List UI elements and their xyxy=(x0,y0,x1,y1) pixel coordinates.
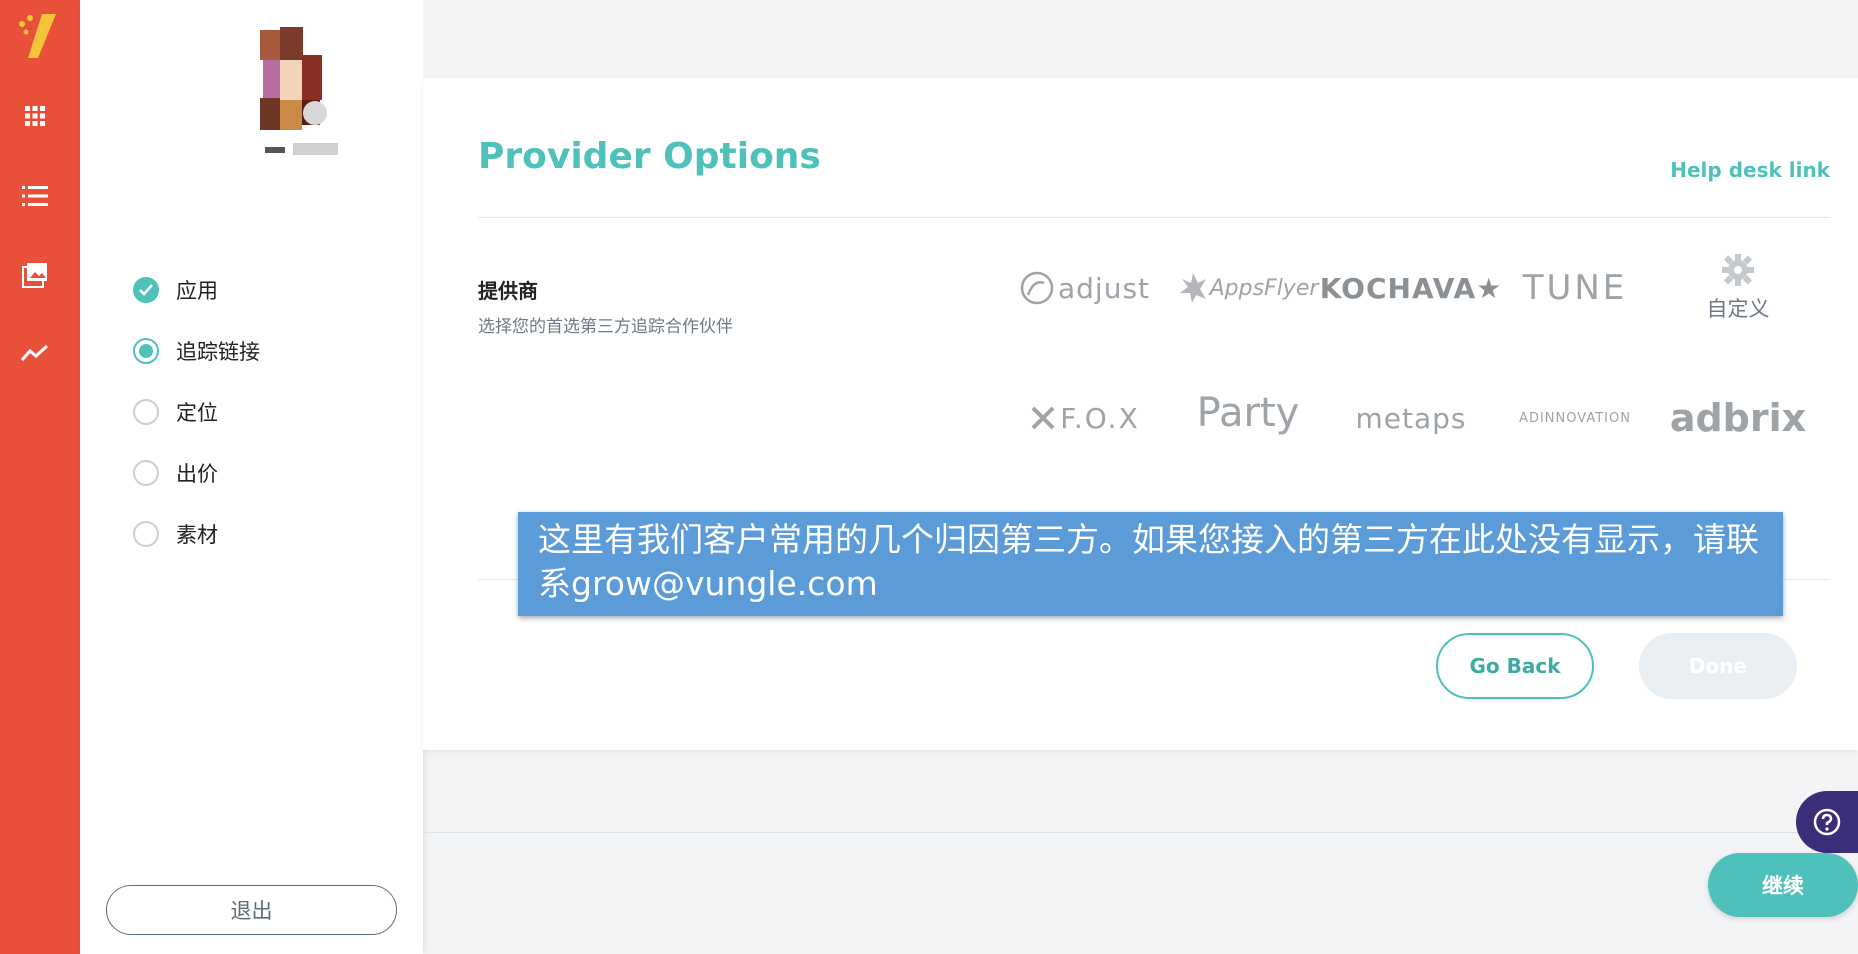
reports-trend-icon[interactable] xyxy=(20,338,50,368)
provider-tune[interactable]: TUNE xyxy=(1500,248,1650,328)
pending-step-icon xyxy=(133,399,159,425)
provider-name: TUNE xyxy=(1522,268,1628,308)
step-tracking-link[interactable]: 追踪链接 xyxy=(133,336,260,366)
provider-partytrack[interactable]: Party xyxy=(1173,373,1323,453)
footer-divider xyxy=(423,832,1858,833)
provider-name: F.O.X xyxy=(1060,401,1140,435)
annotation-tooltip: 这里有我们客户常用的几个归因第三方。如果您接入的第三方在此处没有显示，请联系gr… xyxy=(518,512,1783,616)
provider-adbrix[interactable]: adbrix xyxy=(1663,378,1813,458)
creatives-icon[interactable] xyxy=(20,260,50,290)
step-targeting[interactable]: 定位 xyxy=(133,397,218,427)
step-label: 素材 xyxy=(176,523,218,547)
provider-name: adbrix xyxy=(1669,396,1807,440)
gear-icon xyxy=(1722,254,1754,286)
continue-button[interactable]: 继续 xyxy=(1708,853,1858,917)
pending-step-icon xyxy=(133,521,159,547)
provider-name: AppsFlyer xyxy=(1209,275,1319,301)
step-app[interactable]: 应用 xyxy=(133,275,218,305)
help-button[interactable] xyxy=(1796,791,1858,853)
vungle-logo-icon[interactable] xyxy=(16,10,60,62)
go-back-button[interactable]: Go Back xyxy=(1436,633,1594,699)
fox-logo-icon xyxy=(1031,406,1055,430)
pending-step-icon xyxy=(133,460,159,486)
provider-name: Party xyxy=(1196,390,1300,436)
app-icon-avatar xyxy=(215,25,371,165)
provider-appsflyer[interactable]: AppsFlyer xyxy=(1173,248,1323,328)
question-circle-icon xyxy=(1813,808,1841,836)
nav-rail xyxy=(0,0,80,954)
logout-button[interactable]: 退出 xyxy=(106,885,397,935)
adjust-logo-icon xyxy=(1020,271,1054,305)
provider-adinnovation[interactable]: ADINNOVATION xyxy=(1500,378,1650,458)
provider-name: KOCHAVA★ xyxy=(1319,271,1503,305)
step-label: 定位 xyxy=(176,401,218,425)
divider xyxy=(478,217,1830,218)
apps-grid-icon[interactable] xyxy=(20,101,50,131)
provider-adjust[interactable]: adjust xyxy=(1010,248,1160,328)
provider-options-card: Provider Options Help desk link 提供商 选择您的… xyxy=(423,78,1858,750)
check-icon xyxy=(133,277,159,303)
list-icon[interactable] xyxy=(20,181,50,211)
provider-metaps[interactable]: metaps xyxy=(1336,378,1486,458)
section-subtitle: 选择您的首选第三方追踪合作伙伴 xyxy=(478,317,733,337)
step-creatives[interactable]: 素材 xyxy=(133,519,218,549)
done-button[interactable]: Done xyxy=(1639,633,1797,699)
section-title: 提供商 xyxy=(478,279,538,303)
step-label: 应用 xyxy=(176,279,218,303)
provider-name: 自定义 xyxy=(1706,297,1770,321)
step-label: 追踪链接 xyxy=(176,340,260,364)
step-bidding[interactable]: 出价 xyxy=(133,458,218,488)
active-step-icon xyxy=(133,338,159,364)
step-sidebar: 应用 追踪链接 定位 出价 素材 退出 xyxy=(80,0,423,954)
help-desk-link[interactable]: Help desk link xyxy=(1670,158,1830,182)
provider-custom[interactable]: 自定义 xyxy=(1663,248,1813,328)
provider-fox[interactable]: F.O.X xyxy=(1010,378,1160,458)
provider-name: metaps xyxy=(1355,401,1467,435)
top-strip xyxy=(423,0,1858,78)
step-label: 出价 xyxy=(176,462,218,486)
provider-name: adjust xyxy=(1057,271,1151,305)
provider-name: ADINNOVATION xyxy=(1519,410,1631,426)
page-title: Provider Options xyxy=(478,136,821,177)
provider-kochava[interactable]: KOCHAVA★ xyxy=(1320,248,1502,328)
appsflyer-logo-icon xyxy=(1179,273,1206,303)
